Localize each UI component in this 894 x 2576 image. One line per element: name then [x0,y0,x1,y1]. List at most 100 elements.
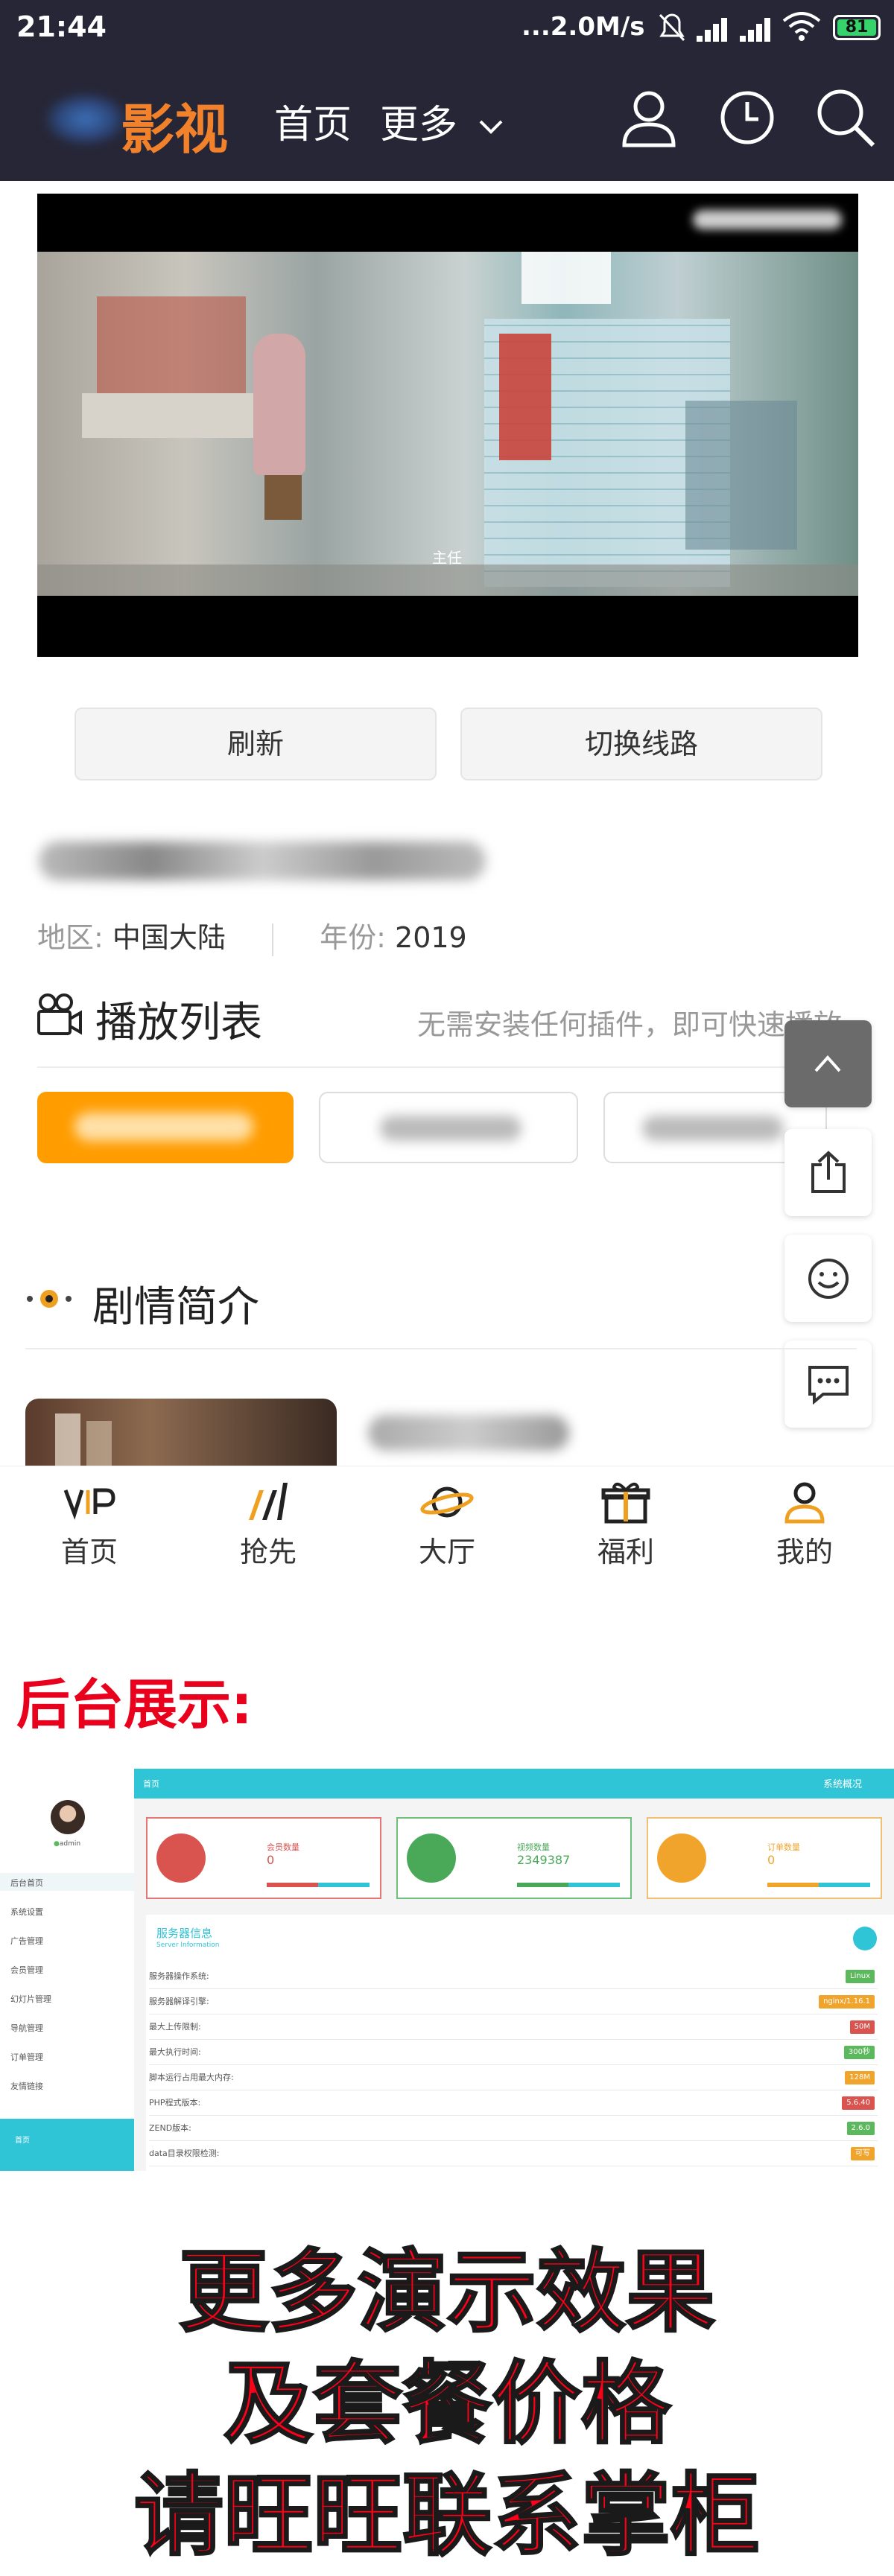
comment-icon [808,1366,849,1405]
nav-more[interactable]: 更多 [380,93,504,149]
share-button[interactable] [784,1129,872,1216]
stat-card-orders: 订单数量 0 [647,1817,882,1899]
admin-sidebar: ●admin 后台首页 系统设置 广告管理 会员管理 幻灯片管理 导航管理 订单… [0,1769,134,2171]
region-label: 地区: [37,921,104,954]
admin-breadcrumb[interactable]: 首页 [143,1778,159,1790]
episode-button[interactable] [37,1092,294,1163]
status-bar: 21:44 ...2.0M/s 81 [0,0,894,56]
admin-nav-item[interactable]: 系统设置 [10,1906,43,1918]
search-icon[interactable] [812,84,879,151]
history-icon[interactable] [714,84,781,151]
admin-nav-item[interactable]: 导航管理 [10,2022,43,2034]
admin-nav-item[interactable]: 订单管理 [10,2051,43,2063]
divider [37,1066,857,1068]
battery-icon: 81 [833,15,881,40]
tab-welfare-label: 福利 [597,1536,654,1568]
server-info-subtitle: Server Information [156,1941,220,1949]
chevron-up-icon [814,1055,841,1072]
playlist-title: 播放列表 [95,999,262,1047]
avatar [51,1800,85,1834]
tab-home-label: 首页 [60,1536,118,1568]
admin-nav-item[interactable]: 幻灯片管理 [10,1993,51,2005]
refresh-button[interactable]: 刷新 [74,707,437,780]
server-row: 最大执行时间: 300秒 [149,2040,878,2065]
gift-icon [601,1482,650,1524]
bars-icon [249,1483,288,1520]
admin-nav-item[interactable]: 友情链接 [10,2080,43,2092]
network-speed: ...2.0M/s [522,12,645,42]
admin-nav-item[interactable]: 后台首页 [10,1877,43,1889]
planet-icon [420,1486,474,1518]
download-icon [407,1834,456,1883]
admin-nav-item[interactable]: 广告管理 [10,1935,43,1947]
nav-more-label: 更多 [380,103,458,147]
tab-first-label: 抢先 [239,1536,297,1568]
year-label: 年份: [320,921,386,954]
server-info-title: 服务器信息 [156,1927,213,1940]
status-time: 21:44 [16,10,107,43]
server-row: PHP程式版本: 5.6.40 [149,2090,878,2116]
server-row: 脚本运行占用最大内存: 128M [149,2065,878,2090]
vip-icon [63,1488,115,1520]
video-frame: 主任 [37,252,858,596]
person-icon [784,1482,825,1524]
promo-line-1: 更多演示效果 [178,2240,717,2346]
poster-image [25,1399,337,1467]
logo-text[interactable]: 影视 [121,86,228,164]
back-to-top-button[interactable] [784,1020,872,1107]
admin-nav-item[interactable]: 会员管理 [10,1964,43,1976]
comment-button[interactable] [784,1341,872,1428]
tab-hall[interactable]: 大厅 [358,1480,536,1570]
video-player[interactable]: 主任 [37,194,858,657]
video-meta: 地区: 中国大陆 年份: 2019 [37,915,467,956]
admin-side-footer[interactable]: 首页 [0,2119,134,2171]
bottom-tab-bar: 首页 抢先 大厅 福利 我的 [0,1466,894,1585]
cart-icon [657,1834,706,1883]
user-icon[interactable] [615,84,682,151]
mute-icon [659,13,685,42]
signal-icon [697,15,729,42]
smiley-icon [808,1259,849,1299]
region-value: 中国大陆 [112,921,226,954]
chevron-down-icon [479,120,502,134]
admin-top-right: 系统概况 [823,1779,863,1790]
admin-user: ●admin [54,1840,81,1848]
admin-screenshot: ●admin 后台首页 系统设置 广告管理 会员管理 幻灯片管理 导航管理 订单… [0,1769,894,2171]
synopsis-title: 剧情简介 [92,1283,259,1332]
tab-first[interactable]: 抢先 [179,1480,358,1570]
logo-image [45,93,127,145]
promo-line-3: 请旺旺联系掌柜 [133,2464,761,2569]
globe-icon [853,1927,877,1950]
app-header: 影视 首页 更多 [0,56,894,181]
server-row: data目录权限检测: 可写 [149,2141,878,2166]
users-icon [156,1834,206,1883]
signal-icon [740,15,773,42]
battery-level: 81 [837,19,876,36]
episode-button[interactable] [319,1092,578,1163]
stat-card-members: 会员数量 0 [146,1817,381,1899]
tab-mine[interactable]: 我的 [715,1480,894,1570]
server-row: 最大上传限制: 50M [149,2014,878,2040]
server-row: ZEND版本: 2.6.0 [149,2116,878,2141]
promo-line-2: 及套餐价格 [223,2352,672,2458]
year-value: 2019 [395,921,467,954]
playlist-hint: 无需安装任何插件，即可快速播放 [417,1008,843,1041]
tab-hall-label: 大厅 [418,1536,475,1568]
divider [25,1348,857,1349]
tab-welfare[interactable]: 福利 [536,1480,715,1570]
eye-icon [27,1290,72,1308]
video-title [39,842,486,880]
stat-card-videos: 视频数量 2349387 [396,1817,632,1899]
server-row: 服务器解译引擎: nginx/1.16.1 [149,1989,878,2014]
subtitle-text: 主任 [432,549,462,567]
tab-mine-label: 我的 [776,1536,833,1568]
server-row: 服务器操作系统: Linux [149,1964,878,1989]
emoji-button[interactable] [784,1235,872,1322]
nav-home[interactable]: 首页 [274,93,352,149]
switch-line-button[interactable]: 切换线路 [460,707,822,780]
wifi-icon [782,12,821,41]
admin-main: 首页 系统概况 会员数量 0 视频数量 2349387 订单数量 0 服务器信息… [134,1769,894,2171]
tab-home[interactable]: 首页 [0,1480,179,1570]
share-icon [811,1151,846,1193]
video-subtitle [368,1415,569,1451]
